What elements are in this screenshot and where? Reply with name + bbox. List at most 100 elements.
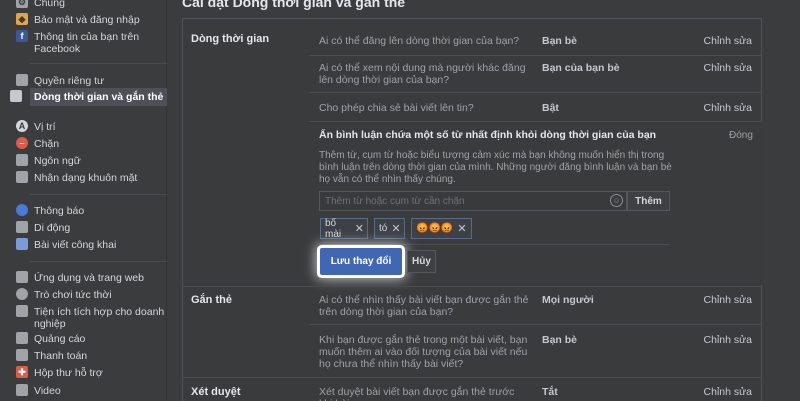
setting-question: Ai có thể xem nội dung mà người khác đăn… — [319, 62, 526, 86]
sidebar-item-payments[interactable]: Thanh toán — [16, 349, 167, 362]
ads-icon — [16, 332, 28, 344]
sidebar-item-your-facebook-info[interactable]: f Thông tin của bạn trên Facebook — [16, 30, 167, 55]
cancel-button[interactable]: Hủy — [407, 250, 436, 273]
sidebar-divider — [30, 63, 167, 64]
globe-icon — [16, 204, 28, 216]
sidebar-item-label: Ứng dụng và trang web — [34, 272, 144, 284]
sidebar-item-apps-websites[interactable]: Ứng dụng và trang web — [16, 271, 167, 284]
edit-link[interactable]: Chỉnh sửa — [704, 62, 752, 74]
setting-question: Ai có thể đăng lên dòng thời gian của bạ… — [319, 35, 520, 47]
setting-question: Cho phép chia sẻ bài viết lên tin? — [319, 102, 474, 114]
sidebar-item-location[interactable]: A Vị trí — [16, 120, 167, 133]
edit-link[interactable]: Chỉnh sửa — [704, 102, 752, 114]
edit-link[interactable]: Chỉnh sửa — [704, 386, 752, 398]
timeline-icon — [10, 90, 22, 102]
apps-icon — [16, 271, 28, 283]
sidebar-item-video[interactable]: Video — [16, 384, 167, 397]
sidebar-item-label: Nhận dạng khuôn mặt — [34, 172, 138, 184]
remove-chip-icon[interactable]: ✕ — [457, 222, 466, 235]
sidebar-divider — [30, 261, 167, 262]
page-title: Cài đặt Dòng thời gian và gắn thẻ — [182, 0, 406, 10]
setting-value: Bạn bè — [542, 334, 578, 346]
hide-comments-title: Ẩn bình luận chứa một số từ nhất định kh… — [319, 129, 657, 141]
sidebar-item-ads[interactable]: Quảng cáo — [16, 332, 167, 345]
sidebar-item-public-posts[interactable]: Bài viết công khai — [16, 238, 167, 251]
sidebar-item-mobile[interactable]: Di động — [16, 221, 167, 234]
sidebar-item-label: Ngôn ngữ — [34, 155, 81, 167]
setting-value: Bạn của bạn bè — [542, 62, 620, 74]
privacy-lock-icon — [16, 74, 28, 86]
sidebar-item-label: Quyền riêng tư — [34, 75, 105, 87]
rss-icon — [16, 238, 28, 250]
sidebar-item-label: Video — [34, 385, 61, 397]
sidebar-item-label: Bảo mật và đăng nhập — [34, 14, 140, 26]
settings-sidebar: ⚙ Chung ◆ Bảo mật và đăng nhập f Thông t… — [0, 0, 167, 401]
sidebar-item-security[interactable]: ◆ Bảo mật và đăng nhập — [16, 13, 167, 26]
sidebar-item-label: Chặn — [34, 138, 60, 150]
divider — [319, 244, 670, 245]
emoji-icon[interactable]: ☺ — [610, 194, 623, 207]
setting-question: Ai có thể nhìn thấy bài viết bạn được gắ… — [319, 294, 529, 318]
sidebar-item-instant-games[interactable]: Trò chơi tức thời — [16, 288, 167, 301]
sidebar-item-privacy[interactable]: Quyền riêng tư — [16, 74, 167, 87]
sidebar-item-label: Di động — [34, 222, 71, 234]
divider — [309, 55, 762, 56]
chip-label: 😡😡😡 — [416, 223, 454, 234]
blocked-words-field — [319, 191, 627, 211]
block-icon: – — [16, 137, 28, 149]
section-label-timeline: Dòng thời gian — [191, 33, 270, 45]
remove-chip-icon[interactable]: ✕ — [355, 222, 364, 235]
gear-icon: ⚙ — [16, 0, 28, 8]
edit-link[interactable]: Chỉnh sửa — [704, 35, 752, 47]
sidebar-item-notifications[interactable]: Thông báo — [16, 204, 167, 217]
blocked-word-chip: tó ✕ — [374, 218, 405, 239]
blocked-word-chip: bố mài ✕ — [320, 217, 368, 240]
game-icon — [16, 288, 28, 300]
video-icon — [16, 384, 28, 396]
chip-label: tó — [379, 223, 388, 234]
sidebar-item-label: Hộp thư hỗ trợ — [34, 367, 103, 379]
language-icon — [16, 154, 28, 166]
save-changes-button[interactable]: Lưu thay đổi — [320, 248, 402, 275]
sidebar-item-label: Thông tin của bạn trên Facebook — [34, 31, 140, 55]
facebook-icon: f — [16, 30, 28, 42]
sidebar-item-support-inbox[interactable]: ✚ Hộp thư hỗ trợ — [16, 366, 167, 379]
section-label-tagging: Gắn thẻ — [191, 294, 232, 306]
shield-icon: ◆ — [16, 13, 28, 25]
sidebar-item-label: Vị trí — [34, 121, 56, 133]
setting-value: Mọi người — [542, 294, 594, 306]
sidebar-item-label: Dòng thời gian và gắn thẻ — [34, 91, 164, 103]
add-button[interactable]: Thêm — [627, 191, 670, 211]
edit-link[interactable]: Chỉnh sửa — [704, 294, 752, 306]
sidebar-item-label: Thông báo — [34, 205, 85, 217]
sidebar-item-business-integrations[interactable]: Tiện ích tích hợp cho doanh nghiệp — [16, 305, 167, 330]
sidebar-item-language[interactable]: Ngôn ngữ — [16, 154, 167, 167]
location-icon: A — [16, 120, 28, 132]
sidebar-item-face-recognition[interactable]: Nhận dạng khuôn mặt — [16, 171, 167, 184]
sidebar-item-timeline-tagging[interactable]: Dòng thời gian và gắn thẻ — [10, 88, 167, 106]
blocked-words-input[interactable] — [320, 192, 626, 210]
blocked-word-chip: 😡😡😡 ✕ — [411, 218, 472, 239]
sidebar-item-label: Quảng cáo — [34, 333, 86, 345]
sidebar-divider — [30, 194, 167, 195]
sidebar-item-label: Chung — [34, 0, 65, 9]
mobile-icon — [16, 221, 28, 233]
payment-icon — [16, 349, 28, 361]
divider — [309, 92, 762, 93]
support-inbox-icon: ✚ — [16, 366, 28, 378]
setting-value: Bạn bè — [542, 35, 578, 47]
setting-value: Tắt — [542, 386, 558, 398]
sidebar-item-blocking[interactable]: – Chặn — [16, 137, 167, 150]
scrollbar[interactable] — [792, 0, 800, 401]
remove-chip-icon[interactable]: ✕ — [391, 222, 400, 235]
chip-label: bố mài — [325, 217, 342, 240]
setting-question: Khi bạn được gắn thẻ trong một bài viết,… — [319, 334, 528, 370]
section-divider — [182, 377, 762, 378]
edit-link[interactable]: Chỉnh sửa — [704, 334, 752, 346]
face-recognition-icon — [16, 171, 28, 183]
section-divider — [182, 286, 762, 287]
sidebar-item-general[interactable]: ⚙ Chung — [16, 0, 167, 9]
sidebar-item-label: Tiện ích tích hợp cho doanh nghiệp — [34, 306, 165, 330]
sidebar-item-label: Trò chơi tức thời — [34, 289, 112, 301]
close-link[interactable]: Đóng — [729, 130, 753, 141]
